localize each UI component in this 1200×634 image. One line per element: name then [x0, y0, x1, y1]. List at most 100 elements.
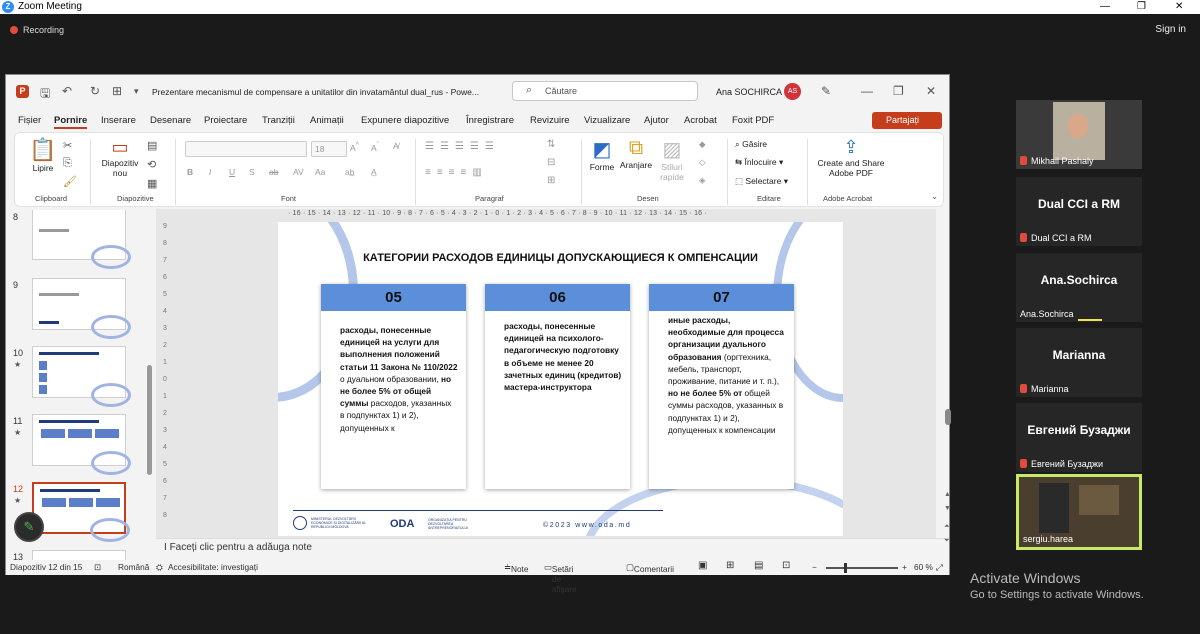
next-slide-icon[interactable]: ⏷	[944, 537, 950, 545]
participant-tile[interactable]: Евгений Бузаджи Евгений Бузаджи	[1016, 403, 1142, 472]
card-05[interactable]: 05 расходы, понесенные единицей на услуг…	[321, 284, 466, 489]
replace-button[interactable]: ⇆ Înlocuire ▾	[735, 157, 783, 168]
slide-thumbnail-11[interactable]	[32, 414, 131, 475]
tab-design[interactable]: Proiectare	[204, 115, 247, 126]
slide-sorter-icon[interactable]: ⊞	[726, 560, 734, 571]
zoom-out-icon[interactable]: −	[812, 562, 817, 572]
bold-button[interactable]: B	[187, 167, 193, 177]
sign-in-button[interactable]: Sign in	[1155, 24, 1186, 35]
section-icon[interactable]: ▦	[147, 177, 157, 190]
pen-icon[interactable]: ✎	[821, 84, 831, 98]
participant-tile[interactable]: Marianna Marianna	[1016, 328, 1142, 397]
scroll-down-icon[interactable]: ▼	[944, 505, 951, 512]
slide-thumbnail-10[interactable]	[32, 346, 131, 407]
accessibility-status[interactable]: Accesibilitate: investigați	[168, 562, 258, 572]
reading-view-icon[interactable]: ▤	[754, 560, 763, 571]
format-painter-icon[interactable]: 🖌	[63, 175, 77, 188]
strikethrough-icon[interactable]: ab	[269, 167, 278, 177]
tab-slideshow[interactable]: Expunere diapozitive	[361, 115, 449, 126]
slide-title[interactable]: КАТЕГОРИИ РАСХОДОВ ЕДИНИЦЫ ДОПУСКАЮЩИЕСЯ…	[278, 252, 843, 264]
increase-font-icon[interactable]: A^	[350, 141, 359, 153]
find-button[interactable]: ⌕ Găsire	[735, 139, 767, 150]
paragraph-list-icons[interactable]: ☰☰☰☰☰	[425, 141, 500, 152]
redo-icon[interactable]: ↻	[90, 84, 100, 98]
align-text-icon[interactable]: ⊟	[547, 157, 555, 168]
close-button[interactable]: ✕	[1175, 0, 1183, 14]
avatar[interactable]: AS	[784, 83, 801, 100]
zoom-slider[interactable]	[826, 563, 898, 573]
accessibility-icon[interactable]: ⛭	[156, 562, 163, 573]
participant-tile[interactable]: Dual CCI a RM Dual CCI a RM	[1016, 177, 1142, 246]
shadow-button[interactable]: S	[249, 167, 255, 177]
maximize-button[interactable]: ❐	[1137, 0, 1146, 14]
slide-counter[interactable]: Diapozitiv 12 din 15	[10, 562, 82, 572]
shape-outline-icon[interactable]: ◇	[699, 157, 706, 168]
scroll-up-icon[interactable]: ▲	[944, 491, 951, 498]
participant-tile[interactable]: Mikhail Pashaly	[1016, 100, 1142, 169]
slide-thumbnail-9[interactable]	[32, 278, 131, 339]
tab-transitions[interactable]: Tranziții	[262, 115, 295, 126]
minimize-button[interactable]: —	[1100, 0, 1110, 14]
slide-thumbnail-12[interactable]	[32, 482, 130, 542]
customize-toolbar-icon[interactable]: ▾	[134, 86, 139, 97]
collapse-ribbon-icon[interactable]: ⌄	[931, 191, 938, 202]
decrease-font-icon[interactable]: Aˇ	[371, 141, 379, 153]
tab-foxit[interactable]: Foxit PDF	[732, 115, 774, 126]
tab-help[interactable]: Ajutor	[644, 115, 669, 126]
prev-slide-icon[interactable]: ⏶	[944, 523, 950, 531]
thumbnails-scrollbar[interactable]	[147, 295, 152, 585]
create-share-pdf-button[interactable]: ⇪ Create and Share Adobe PDF	[813, 137, 889, 178]
card-06[interactable]: 06 расходы, понесенные единицей на психо…	[485, 284, 630, 489]
tab-view[interactable]: Vizualizare	[584, 115, 630, 126]
paragraph-align-icons[interactable]: ≡≡≡≡▥	[425, 167, 488, 178]
tab-draw[interactable]: Desenare	[150, 115, 191, 126]
slide-thumbnail-8[interactable]	[32, 210, 131, 269]
arrange-button[interactable]: ⧉ Aranjare	[619, 137, 653, 170]
tab-home[interactable]: Pornire	[54, 115, 88, 129]
fit-slide-icon[interactable]: ⤢	[936, 562, 943, 573]
shape-fill-icon[interactable]: ◆	[699, 139, 706, 150]
quick-styles-button[interactable]: ▨ Stiluri rapide	[655, 137, 689, 182]
underline-button[interactable]: U	[229, 167, 235, 177]
spell-check-icon[interactable]: ⊡	[94, 562, 101, 572]
layout-icon[interactable]: ▤	[147, 139, 157, 152]
change-case-icon[interactable]: Aa	[315, 167, 325, 177]
font-color-icon[interactable]: A̲	[371, 167, 377, 177]
tab-file[interactable]: Fișier	[18, 115, 41, 126]
slideshow-icon[interactable]: ⊡	[782, 560, 790, 571]
recording-indicator[interactable]: Recording	[10, 24, 64, 36]
slide-canvas[interactable]: КАТЕГОРИИ РАСХОДОВ ЕДИНИЦЫ ДОПУСКАЮЩИЕСЯ…	[278, 222, 843, 536]
comments-button[interactable]: ▢ Comentarii	[626, 562, 674, 574]
zoom-level[interactable]: 60 %	[914, 562, 933, 572]
tab-insert[interactable]: Inserare	[101, 115, 136, 126]
notes-input[interactable]: Ι Faceți clic pentru a adăuga note	[156, 538, 946, 554]
user-name[interactable]: Ana SOCHIRCA	[716, 87, 782, 97]
participant-tile[interactable]: Ana.Sochirca Ana.Sochirca	[1016, 253, 1142, 322]
minimize-icon[interactable]: —	[861, 84, 873, 98]
select-button[interactable]: ⬚ Selectare ▾	[735, 176, 788, 187]
zoom-in-icon[interactable]: +	[902, 562, 907, 572]
shape-effects-icon[interactable]: ◈	[699, 175, 706, 186]
spacing-icon[interactable]: AV	[293, 167, 304, 177]
normal-view-icon[interactable]: ▣	[698, 560, 707, 571]
reset-icon[interactable]: ⟲	[147, 158, 156, 171]
present-icon[interactable]: ⊞	[112, 84, 122, 98]
annotate-pen-button[interactable]: ✎	[14, 512, 44, 542]
tab-animations[interactable]: Animații	[310, 115, 344, 126]
tab-acrobat[interactable]: Acrobat	[684, 115, 717, 126]
close-icon[interactable]: ✕	[926, 84, 936, 98]
paste-button[interactable]: 📋 Lipire	[23, 137, 63, 173]
undo-icon[interactable]: ↶	[62, 84, 72, 98]
slide-scrollbar[interactable]: ▲ ▼ ⏶ ⏷	[944, 223, 952, 553]
text-direction-icon[interactable]: ⇅	[547, 139, 555, 150]
new-slide-button[interactable]: ▭ Diapozitiv nou	[97, 137, 143, 178]
clear-format-icon[interactable]: A̸	[393, 141, 399, 151]
cut-icon[interactable]: ✂	[63, 139, 72, 152]
copy-icon[interactable]: ⎘	[63, 157, 72, 170]
search-input[interactable]: ⌕ Căutare	[512, 81, 698, 101]
font-size-select[interactable]: 18	[311, 141, 347, 157]
share-button[interactable]: Partajați	[872, 112, 942, 129]
font-family-select[interactable]	[185, 141, 307, 157]
shapes-button[interactable]: ◩ Forme	[587, 137, 617, 172]
italic-button[interactable]: I	[209, 167, 211, 177]
